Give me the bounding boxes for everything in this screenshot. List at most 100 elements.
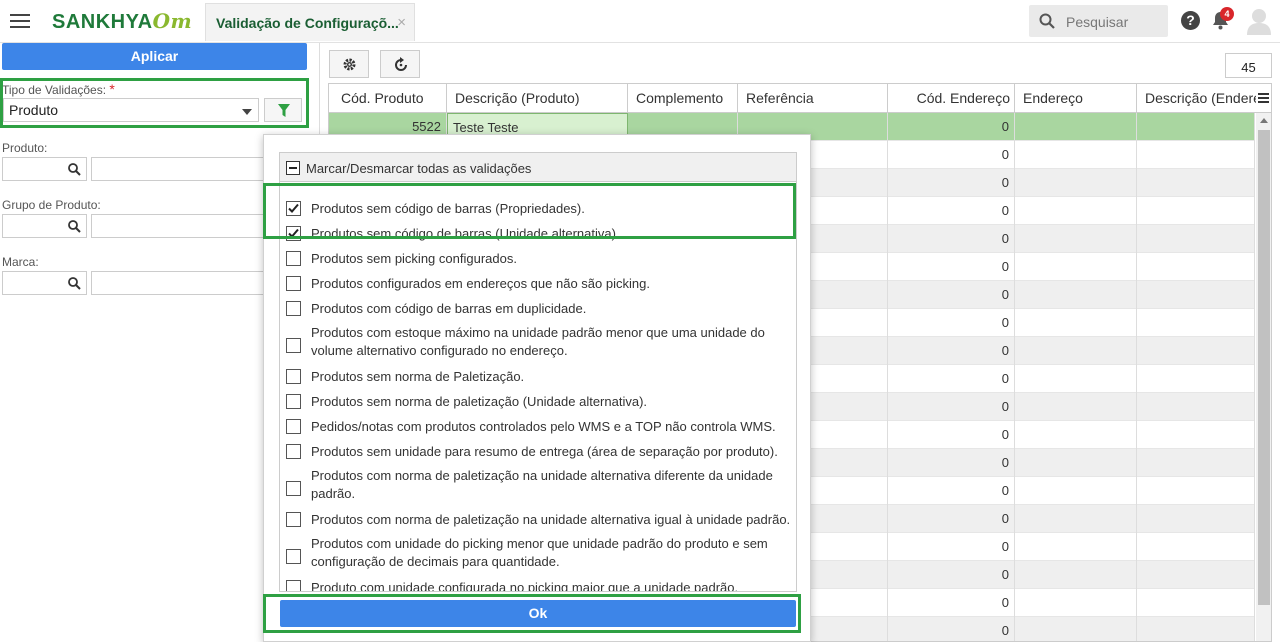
validation-checkbox[interactable] (286, 394, 301, 409)
table-cell[interactable] (1137, 141, 1255, 169)
validation-item[interactable]: Produtos com norma de paletização na uni… (280, 467, 796, 510)
validation-item[interactable]: Produtos configurados em endereços que n… (280, 274, 796, 299)
validation-checkbox[interactable] (286, 338, 301, 353)
validation-checkbox[interactable] (286, 301, 301, 316)
table-cell[interactable]: 0 (888, 309, 1015, 337)
table-cell[interactable] (1137, 393, 1255, 421)
table-cell[interactable] (1137, 449, 1255, 477)
table-cell[interactable] (1015, 281, 1137, 309)
col-cod-endereco[interactable]: Cód. Endereço (888, 84, 1015, 113)
validation-item[interactable]: Produtos sem norma de paletização (Unida… (280, 392, 796, 417)
produto-code-input[interactable] (2, 157, 87, 181)
select-all-row[interactable]: Marcar/Desmarcar todas as validações (280, 153, 796, 182)
search-icon[interactable] (68, 277, 81, 290)
table-cell[interactable] (1137, 561, 1255, 589)
apply-button[interactable]: Aplicar (2, 43, 307, 70)
table-cell[interactable] (1137, 533, 1255, 561)
table-cell[interactable] (1015, 113, 1137, 141)
table-cell[interactable] (1015, 225, 1137, 253)
table-cell[interactable] (1137, 477, 1255, 505)
table-cell[interactable] (1137, 113, 1255, 141)
table-cell[interactable] (1015, 141, 1137, 169)
table-cell[interactable]: 0 (888, 449, 1015, 477)
marca-code-input[interactable] (2, 271, 87, 295)
validation-checkbox[interactable] (286, 580, 301, 591)
produto-desc-input[interactable] (91, 157, 266, 181)
validation-item[interactable]: Produto com unidade configurada no picki… (280, 578, 796, 591)
table-cell[interactable] (1015, 617, 1137, 641)
validation-item[interactable]: Produtos sem código de barras (Proprieda… (280, 199, 796, 224)
validation-item[interactable]: Produtos sem picking configurados. (280, 249, 796, 274)
validation-checkbox[interactable] (286, 549, 301, 564)
validation-item[interactable]: Produtos com norma de paletização na uni… (280, 510, 796, 535)
validation-checkbox[interactable] (286, 201, 301, 216)
table-cell[interactable] (1137, 197, 1255, 225)
validation-checkbox[interactable] (286, 226, 301, 241)
table-cell[interactable] (1015, 197, 1137, 225)
col-descricao-endereco[interactable]: Descrição (Endereço) (1137, 84, 1256, 113)
table-cell[interactable] (1015, 589, 1137, 617)
validation-checkbox[interactable] (286, 419, 301, 434)
avatar[interactable] (1246, 7, 1272, 35)
col-cod-produto[interactable]: Cód. Produto (329, 84, 447, 113)
table-cell[interactable] (1015, 533, 1137, 561)
table-cell[interactable]: 0 (888, 253, 1015, 281)
tab-validacao[interactable]: Validação de Configuraçõ... × (205, 3, 415, 41)
table-cell[interactable]: 0 (888, 533, 1015, 561)
search-icon[interactable] (68, 163, 81, 176)
table-cell[interactable]: 0 (888, 477, 1015, 505)
grupo-desc-input[interactable] (91, 214, 266, 238)
table-cell[interactable] (1137, 169, 1255, 197)
table-cell[interactable]: 0 (888, 421, 1015, 449)
table-cell[interactable] (1137, 421, 1255, 449)
ok-button[interactable]: Ok (280, 600, 796, 627)
validation-item[interactable]: Produtos com unidade do picking menor qu… (280, 535, 796, 578)
table-cell[interactable] (1137, 281, 1255, 309)
scroll-thumb[interactable] (1258, 130, 1270, 605)
col-referencia[interactable]: Referência (738, 84, 888, 113)
column-menu-icon[interactable] (1258, 93, 1269, 105)
scroll-up-arrow[interactable] (1260, 118, 1268, 123)
table-cell[interactable]: 0 (888, 197, 1015, 225)
table-cell[interactable]: 0 (888, 141, 1015, 169)
col-descricao-produto[interactable]: Descrição (Produto) (447, 84, 628, 113)
validation-checkbox[interactable] (286, 512, 301, 527)
validation-item[interactable]: Produtos com código de barras em duplici… (280, 299, 796, 324)
validation-item[interactable]: Produtos sem norma de Paletização. (280, 367, 796, 392)
table-cell[interactable]: 0 (888, 337, 1015, 365)
validation-checkbox[interactable] (286, 369, 301, 384)
table-cell[interactable]: 0 (888, 505, 1015, 533)
table-cell[interactable]: 0 (888, 113, 1015, 141)
table-cell[interactable] (1015, 505, 1137, 533)
validation-checkbox[interactable] (286, 444, 301, 459)
validation-item[interactable]: Produtos sem código de barras (Unidade a… (280, 224, 796, 249)
table-cell[interactable]: 0 (888, 225, 1015, 253)
table-cell[interactable]: 0 (888, 589, 1015, 617)
grupo-code-input[interactable] (2, 214, 87, 238)
validation-checkbox[interactable] (286, 276, 301, 291)
table-cell[interactable] (1015, 365, 1137, 393)
col-complemento[interactable]: Complemento (628, 84, 738, 113)
col-endereco[interactable]: Endereço (1015, 84, 1137, 113)
table-cell[interactable] (1015, 309, 1137, 337)
table-cell[interactable] (1015, 393, 1137, 421)
hamburger-menu-icon[interactable] (10, 14, 30, 29)
table-cell[interactable] (1137, 337, 1255, 365)
table-cell[interactable] (1137, 225, 1255, 253)
table-cell[interactable] (1137, 365, 1255, 393)
validation-checkbox[interactable] (286, 251, 301, 266)
search-icon[interactable] (68, 220, 81, 233)
table-cell[interactable] (1015, 449, 1137, 477)
validation-checkbox[interactable] (286, 481, 301, 496)
table-cell[interactable] (1015, 169, 1137, 197)
table-cell[interactable] (1137, 253, 1255, 281)
close-icon[interactable]: × (397, 14, 406, 31)
help-icon[interactable]: ? (1181, 11, 1200, 30)
table-cell[interactable] (1137, 505, 1255, 533)
table-cell[interactable]: 0 (888, 393, 1015, 421)
validation-item[interactable]: Produtos com estoque máximo na unidade p… (280, 324, 796, 367)
table-cell[interactable]: 0 (888, 561, 1015, 589)
table-cell[interactable]: 0 (888, 169, 1015, 197)
table-cell[interactable] (1015, 337, 1137, 365)
table-cell[interactable] (1015, 561, 1137, 589)
